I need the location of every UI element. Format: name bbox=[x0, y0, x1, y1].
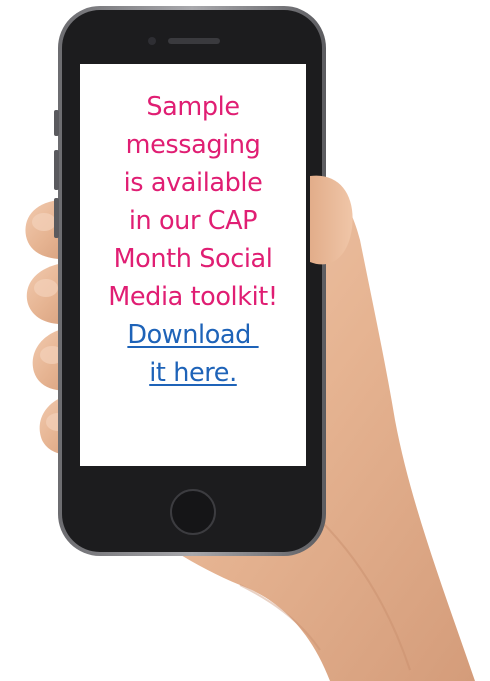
message-line: Sample bbox=[146, 92, 240, 122]
message-line: Media toolkit! bbox=[108, 282, 278, 312]
message-line: Month Social bbox=[113, 244, 273, 274]
message-line: in our CAP bbox=[128, 206, 258, 236]
message-line: is available bbox=[123, 168, 263, 198]
phone-screen-message: Sample messaging is available in our CAP… bbox=[82, 88, 304, 464]
illustration: Sample messaging is available in our CAP… bbox=[0, 0, 490, 681]
download-link-line-1[interactable]: Download bbox=[86, 316, 300, 354]
message-line: messaging bbox=[125, 130, 261, 160]
download-link-line-2[interactable]: it here. bbox=[86, 354, 300, 392]
